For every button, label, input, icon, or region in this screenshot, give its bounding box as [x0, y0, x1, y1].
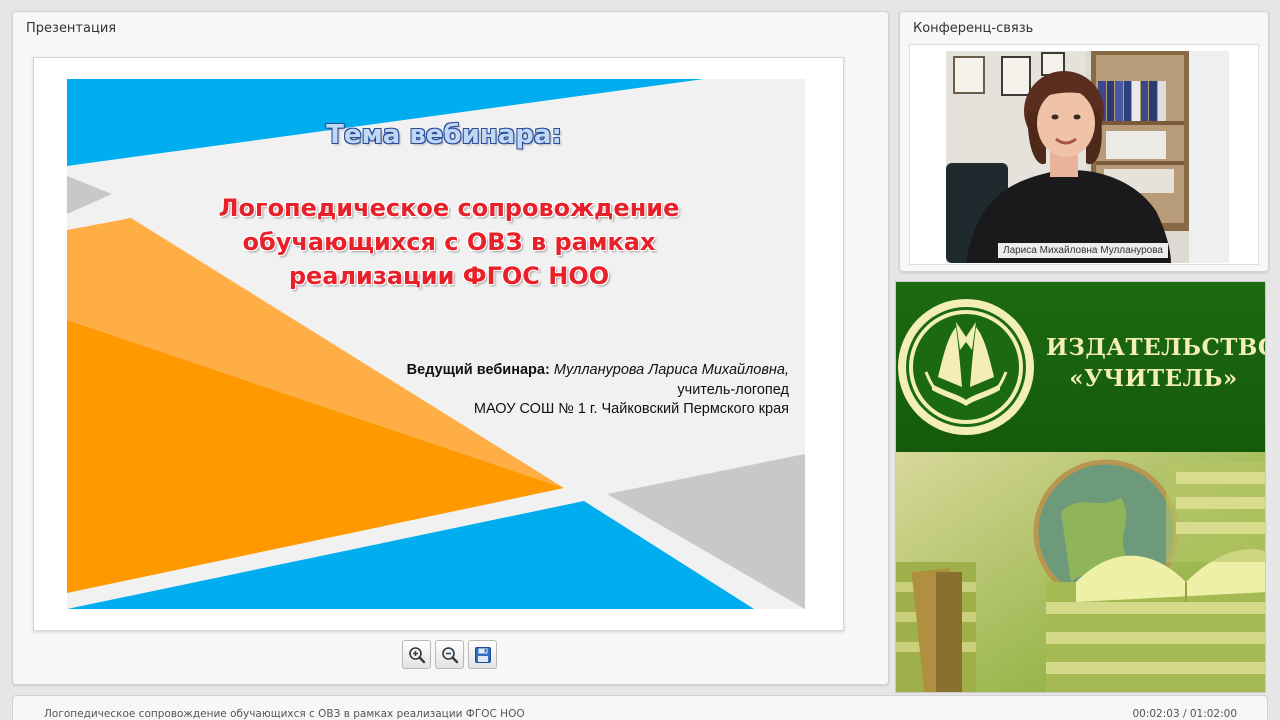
slide-title-line-2: обучающихся с ОВЗ в рамках — [242, 228, 656, 256]
save-icon — [474, 646, 491, 663]
presenter-org: МАОУ СОШ № 1 г. Чайковский Пермского кра… — [473, 401, 789, 417]
publisher-name: ИЗДАТЕЛЬСТВО «УЧИТЕЛЬ» — [1046, 332, 1266, 394]
zoom-out-button[interactable] — [435, 640, 464, 669]
slide-title-line-3: реализации ФГОС НОО — [288, 262, 610, 290]
publisher-name-line-2: «УЧИТЕЛЬ» — [1069, 365, 1238, 392]
slide-heading: Тема вебинара: — [326, 120, 562, 150]
presentation-panel: Презентация Тема вебинара: Логопедическо… — [12, 11, 889, 685]
slide: Тема вебинара: Логопедическое сопровожде… — [33, 57, 844, 631]
speaker-video-image — [946, 51, 1229, 263]
video-frame: Лариса Михайловна Мулланурова — [909, 44, 1259, 265]
speaker-name-label: Лариса Михайловна Мулланурова — [998, 243, 1168, 258]
slide-title-line-1: Логопедическое сопровождение — [218, 194, 680, 222]
status-bar: Логопедическое сопровождение обучающихся… — [12, 695, 1268, 720]
conference-panel-title: Конференц-связь — [913, 21, 1034, 36]
save-button[interactable] — [468, 640, 497, 669]
presenter-role: учитель-логопед — [677, 381, 789, 398]
zoom-in-button[interactable] — [402, 640, 431, 669]
slide-toolbar — [402, 640, 497, 670]
playback-time: 00:02:03 / 01:02:00 — [1132, 708, 1237, 720]
zoom-in-icon — [408, 646, 425, 663]
zoom-out-icon — [441, 646, 458, 663]
slide-title: Логопедическое сопровождение обучающихся… — [124, 191, 774, 293]
presenter-label: Ведущий вебинара: — [406, 362, 550, 378]
publisher-name-line-1: ИЗДАТЕЛЬСТВО — [1046, 334, 1266, 361]
presenter-name-suffix: , — [784, 362, 789, 378]
presenter-name: Мулланурова Лариса Михайловна — [553, 362, 785, 378]
presentation-panel-title: Презентация — [26, 21, 117, 36]
publisher-banner[interactable]: ИЗДАТЕЛЬСТВО «УЧИТЕЛЬ» — [895, 281, 1266, 693]
book-logo-icon — [898, 299, 1034, 435]
speaker-video[interactable]: Лариса Михайловна Мулланурова — [946, 51, 1229, 263]
slide-presenter-info: Ведущий вебинара: Мулланурова Лариса Мих… — [314, 361, 789, 420]
webinar-title: Логопедическое сопровождение обучающихся… — [44, 708, 525, 720]
conference-panel: Конференц-связь Лариса Михайловна Муллан… — [899, 11, 1269, 272]
